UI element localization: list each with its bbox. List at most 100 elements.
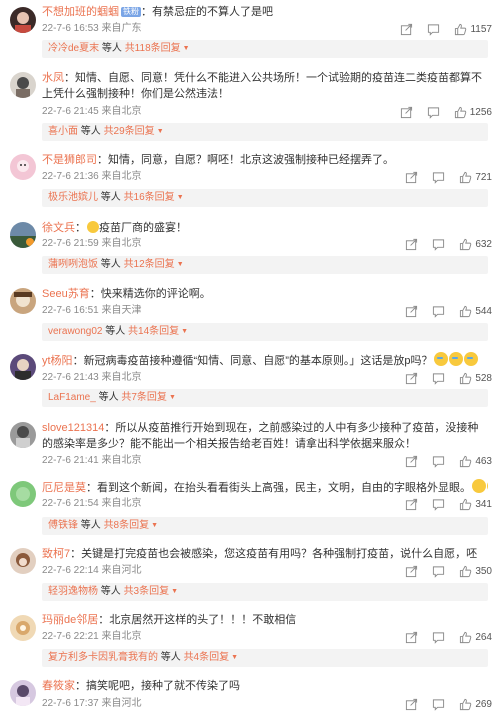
reply-count-link[interactable]: 共12条回复 — [124, 259, 175, 270]
comment-button[interactable] — [432, 565, 445, 578]
comment-button[interactable] — [432, 171, 445, 184]
avatar[interactable] — [10, 481, 36, 507]
reply-summary[interactable]: 蒲咧咧泡饭 等人 共12条回复 ▼ — [42, 256, 488, 274]
username-link[interactable]: 徐文兵 — [42, 222, 75, 234]
like-button[interactable]: 350 — [459, 565, 492, 578]
comment-meta: 22-7-6 21:36 来自北京 — [42, 171, 142, 182]
avatar[interactable] — [10, 288, 36, 314]
comment-actions: 632 — [391, 236, 492, 252]
reply-username[interactable]: 蒲咧咧泡饭 — [48, 259, 98, 270]
reply-summary[interactable]: 喜小面 等人 共29条回复 ▼ — [42, 123, 488, 141]
avatar[interactable] — [10, 154, 36, 180]
comment-text-line: 春筱家：搞笑呢吧，接种了就不传染了吗 — [42, 680, 240, 692]
comment-button[interactable] — [427, 106, 440, 119]
username-link[interactable]: 春筱家 — [42, 680, 75, 692]
share-button[interactable] — [405, 698, 418, 711]
comment-button[interactable] — [432, 305, 445, 318]
like-button[interactable]: 721 — [459, 171, 492, 184]
comment-icon — [433, 698, 445, 711]
avatar[interactable] — [10, 222, 36, 248]
share-button[interactable] — [405, 498, 418, 511]
reply-count-link[interactable]: 共7条回复 — [121, 392, 167, 403]
emoji-icon — [87, 221, 99, 233]
reply-username[interactable]: LaF1ame_ — [48, 392, 96, 403]
username-link[interactable]: yt杨阳 — [42, 355, 73, 367]
comment-actions: 341 — [391, 496, 492, 512]
reply-count-link[interactable]: 共16条回复 — [124, 192, 175, 203]
like-button[interactable]: 269 — [459, 698, 492, 711]
like-count: 528 — [475, 372, 492, 384]
reply-summary[interactable]: 傅铁锋 等人 共8条回复 ▼ — [42, 517, 488, 535]
reply-count-link[interactable]: 共29条回复 — [104, 126, 155, 137]
comment-meta: 22-7-6 21:59 来自北京 — [42, 238, 142, 249]
share-button[interactable] — [400, 23, 413, 36]
share-button[interactable] — [405, 455, 418, 468]
share-button[interactable] — [405, 171, 418, 184]
comment-meta: 22-7-6 22:21 来自北京 — [42, 631, 142, 642]
comment-button[interactable] — [432, 372, 445, 385]
username-link[interactable]: 厄尼是莫 — [42, 482, 86, 494]
share-button[interactable] — [405, 372, 418, 385]
avatar[interactable] — [10, 72, 36, 98]
comment-button[interactable] — [432, 238, 445, 251]
like-button[interactable]: 463 — [459, 455, 492, 468]
username-link[interactable]: 水凤 — [42, 72, 64, 84]
share-button[interactable] — [405, 565, 418, 578]
like-button[interactable]: 1157 — [454, 23, 492, 36]
comment-actions: 264 — [391, 629, 492, 645]
reply-username[interactable]: 冷冷de夏末 — [48, 43, 99, 54]
username-link[interactable]: 不是狮郎司 — [42, 154, 97, 166]
share-button[interactable] — [405, 631, 418, 644]
reply-count-link[interactable]: 共4条回复 — [184, 652, 230, 663]
avatar[interactable] — [10, 7, 36, 33]
reply-count-link[interactable]: 共118条回复 — [125, 43, 181, 54]
username-link[interactable]: Seeu苏育 — [42, 288, 90, 300]
reply-username[interactable]: 喜小面 — [48, 126, 78, 137]
comment-button[interactable] — [432, 631, 445, 644]
like-button[interactable]: 632 — [459, 238, 492, 251]
like-button[interactable]: 544 — [459, 305, 492, 318]
comment-button[interactable] — [432, 498, 445, 511]
reply-count-link[interactable]: 共3条回复 — [124, 586, 170, 597]
reply-summary[interactable]: 冷冷de夏末 等人 共118条回复 ▼ — [42, 40, 488, 58]
username-link[interactable]: 致柯7 — [42, 548, 70, 560]
reply-count-link[interactable]: 共8条回复 — [104, 520, 150, 531]
like-button[interactable]: 341 — [459, 498, 492, 511]
reply-count-link[interactable]: 共14条回复 — [128, 326, 179, 337]
comment-button[interactable] — [432, 455, 445, 468]
comment-button[interactable] — [427, 23, 440, 36]
avatar[interactable] — [10, 680, 36, 706]
reply-username[interactable]: 傅铁锋 — [48, 520, 78, 531]
reply-summary[interactable]: verawong02 等人 共14条回复 ▼ — [42, 323, 488, 341]
reply-summary[interactable]: LaF1ame_ 等人 共7条回复 ▼ — [42, 389, 488, 407]
like-count: 1157 — [470, 23, 492, 35]
reply-summary[interactable]: 轻羽逸物杨 等人 共3条回复 ▼ — [42, 583, 488, 601]
comment-button[interactable] — [432, 698, 445, 711]
comment-meta: 22-7-6 22:14 来自河北 — [42, 565, 142, 576]
reply-username[interactable]: 极乐池嫔儿 — [48, 192, 98, 203]
reply-middle-text: 等人 — [101, 43, 122, 54]
share-button[interactable] — [405, 238, 418, 251]
avatar[interactable] — [10, 615, 36, 641]
reply-username[interactable]: verawong02 — [48, 326, 102, 337]
like-button[interactable]: 1256 — [454, 106, 492, 119]
chevron-down-icon: ▼ — [171, 588, 179, 595]
reply-username[interactable]: 复方利多卡因乳膏我有的 — [48, 652, 158, 663]
like-button[interactable]: 264 — [459, 631, 492, 644]
username-link[interactable]: slove121314 — [42, 422, 104, 434]
share-button[interactable] — [405, 305, 418, 318]
comment-text-line: Seeu苏育：快来精选你的评论啊。 — [42, 288, 211, 300]
reply-summary[interactable]: 复方利多卡因乳膏我有的 等人 共4条回复 ▼ — [42, 649, 488, 667]
like-icon — [460, 372, 472, 384]
share-button[interactable] — [400, 106, 413, 119]
like-button[interactable]: 528 — [459, 372, 492, 385]
share-icon — [406, 565, 418, 577]
reply-summary[interactable]: 极乐池嫔儿 等人 共16条回复 ▼ — [42, 189, 488, 207]
username-link[interactable]: 玛丽de邻居 — [42, 614, 98, 626]
username-link[interactable]: 不想加班的蝈蝈 — [42, 6, 119, 18]
avatar[interactable] — [10, 422, 36, 448]
avatar[interactable] — [10, 354, 36, 380]
comment-icon — [433, 455, 445, 468]
reply-username[interactable]: 轻羽逸物杨 — [48, 586, 98, 597]
avatar[interactable] — [10, 548, 36, 574]
